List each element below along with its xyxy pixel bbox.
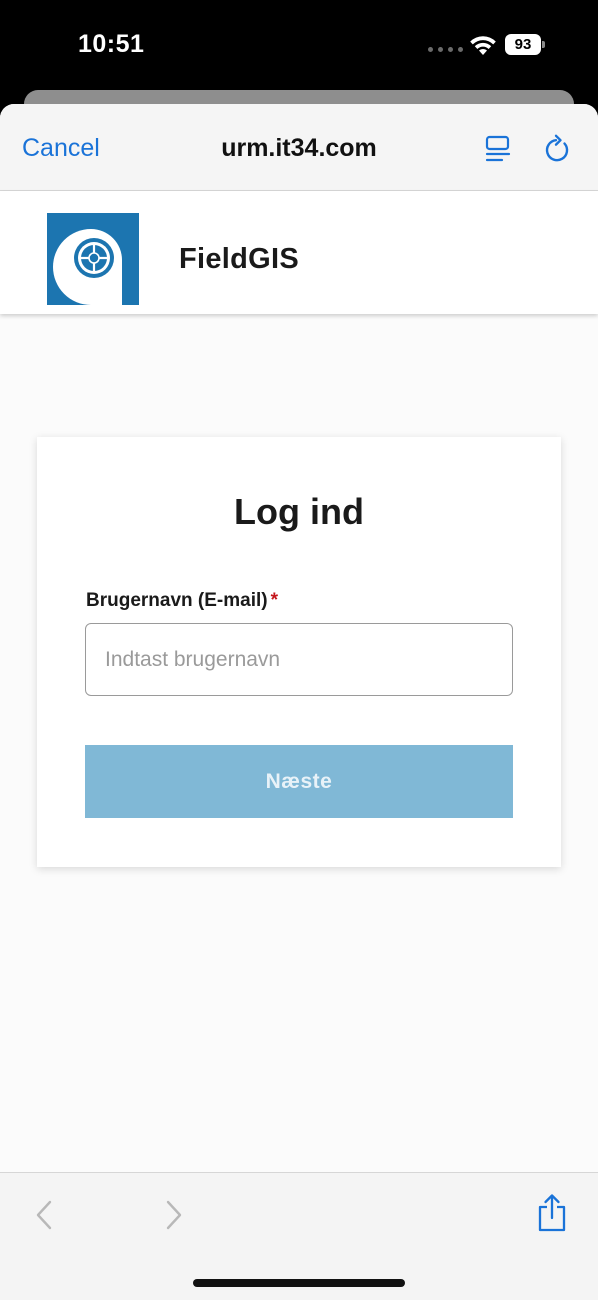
browser-sheet: Cancel urm.it34.com FieldGIS Log ind Bru…	[0, 104, 598, 1300]
fieldgis-logo-icon	[47, 213, 139, 305]
username-input[interactable]	[85, 623, 513, 696]
reader-mode-icon[interactable]	[484, 134, 512, 164]
login-title: Log ind	[234, 491, 364, 532]
reload-icon[interactable]	[543, 134, 573, 164]
home-indicator	[193, 1279, 405, 1287]
status-time: 10:51	[78, 30, 145, 58]
username-label: Brugernavn (E-mail) *	[86, 590, 278, 612]
next-button[interactable]: Næste	[85, 745, 513, 818]
required-marker: *	[270, 590, 278, 611]
cellular-signal-icon	[428, 47, 463, 52]
login-card: Log ind Brugernavn (E-mail)* Næste	[37, 437, 561, 867]
url-label: urm.it34.com	[221, 134, 377, 162]
cancel-button[interactable]: Cancel	[22, 134, 100, 163]
chevron-right-icon[interactable]	[162, 1199, 186, 1231]
status-bar: 10:51 93	[0, 0, 598, 92]
app-name: FieldGIS	[179, 243, 300, 275]
browser-toolbar	[0, 1172, 598, 1300]
username-label-text: Brugernavn (E-mail)	[86, 590, 268, 611]
browser-nav-bar: Cancel urm.it34.com	[0, 104, 598, 191]
battery-indicator: 93	[505, 34, 545, 55]
wifi-icon	[470, 36, 496, 55]
battery-tip	[542, 41, 545, 48]
share-icon[interactable]	[536, 1193, 568, 1233]
battery-level: 93	[505, 34, 541, 55]
app-header: FieldGIS	[0, 191, 598, 314]
chevron-left-icon[interactable]	[32, 1199, 56, 1231]
